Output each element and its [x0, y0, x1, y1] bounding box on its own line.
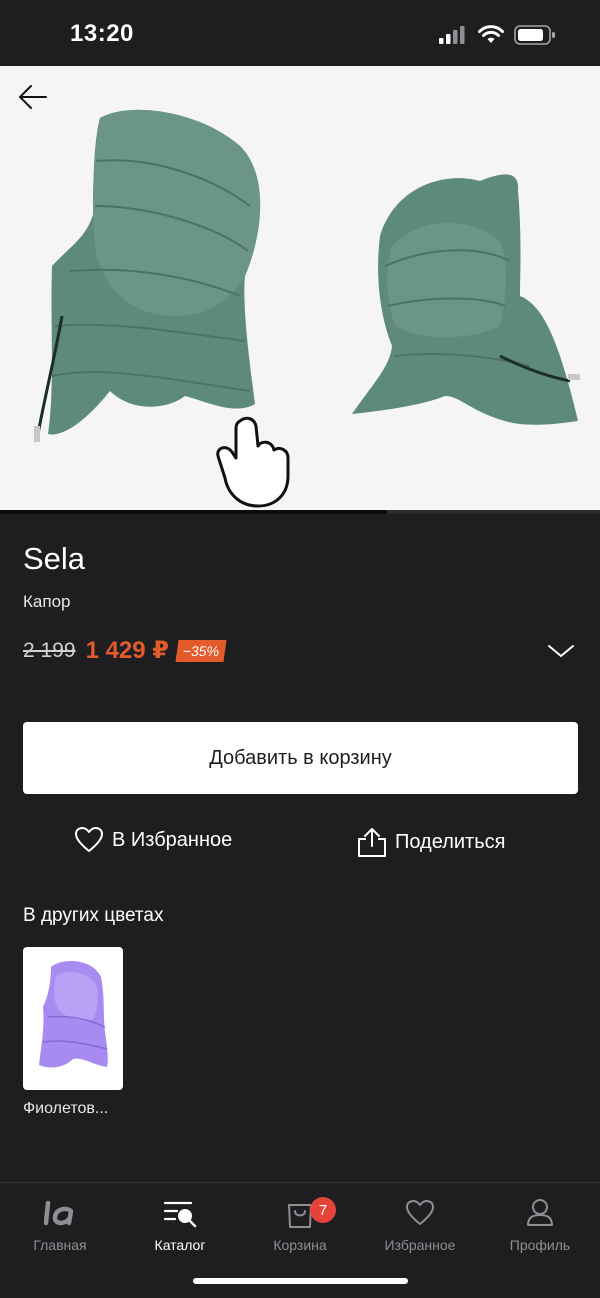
wifi-icon: [478, 25, 504, 43]
product-name: Капор: [23, 592, 71, 611]
tab-favorites-label: Избранное: [384, 1237, 456, 1253]
share-icon: [358, 828, 386, 857]
old-price: 2 199: [23, 638, 76, 662]
chevron-down-icon[interactable]: [546, 640, 576, 662]
color-variant-image: [39, 961, 108, 1068]
cart-count-badge: 7: [310, 1197, 336, 1223]
profile-icon: [522, 1195, 558, 1231]
tab-home[interactable]: Главная: [0, 1191, 120, 1263]
tab-home-label: Главная: [33, 1237, 87, 1253]
signal-icon: [439, 26, 465, 44]
tab-cart-label: Корзина: [273, 1237, 327, 1253]
status-icons: [438, 24, 556, 46]
favorite-label: В Избранное: [112, 828, 233, 851]
other-colors-title: В других цветах: [23, 905, 164, 926]
tab-cart[interactable]: 7 Корзина: [240, 1191, 360, 1263]
share-label: Поделиться: [395, 830, 506, 853]
price-row: 2 199 1 429 ₽ −35%: [23, 636, 227, 665]
tab-profile[interactable]: Профиль: [480, 1191, 600, 1263]
heart-icon: [75, 827, 103, 852]
product-image-gallery[interactable]: [0, 66, 600, 512]
add-to-cart-button[interactable]: Добавить в корзину: [23, 722, 578, 794]
lamoda-logo-icon: [42, 1195, 78, 1231]
product-brand: Sela: [23, 541, 86, 576]
heart-icon: [402, 1195, 438, 1231]
home-indicator: [193, 1278, 408, 1284]
gallery-progress-bar: [0, 510, 600, 514]
new-price: 1 429 ₽: [85, 637, 169, 664]
color-variant-name: Фиолетов...: [23, 1100, 109, 1117]
tab-catalog-label: Каталог: [154, 1237, 206, 1253]
status-time: 13:20: [70, 20, 134, 47]
share-button[interactable]: Поделиться: [357, 826, 505, 858]
gallery-progress-fill: [0, 510, 387, 514]
discount-badge: −35%: [175, 639, 227, 662]
tab-catalog[interactable]: Каталог: [120, 1191, 240, 1263]
status-bar: 13:20: [0, 0, 600, 66]
product-image: [34, 109, 580, 508]
back-arrow-icon[interactable]: [16, 80, 50, 114]
tab-profile-label: Профиль: [509, 1237, 571, 1253]
tab-favorites[interactable]: Избранное: [360, 1191, 480, 1263]
catalog-search-icon: [162, 1195, 198, 1231]
color-variant-card[interactable]: [23, 947, 123, 1090]
add-to-favorites-button[interactable]: В Избранное: [74, 826, 232, 854]
battery-icon: [514, 25, 555, 45]
